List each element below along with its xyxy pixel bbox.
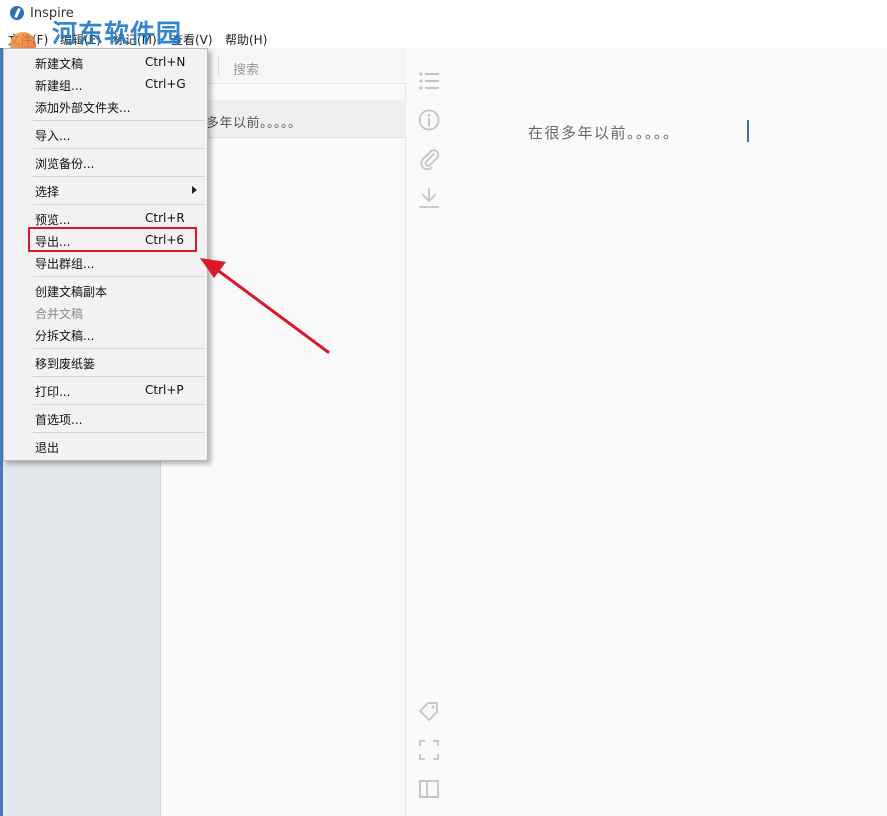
menu-item-browse-backups[interactable]: 浏览备份... [4,151,207,173]
inspire-app-icon [10,6,24,20]
info-icon[interactable] [418,109,440,131]
panel-icon[interactable] [418,778,440,800]
title-bar: Inspire [0,0,887,28]
menu-separator [33,148,205,149]
menu-view[interactable]: 查看(V) [171,31,213,48]
menu-item-label: 创建文稿副本 [35,285,108,299]
menu-item-exit[interactable]: 退出 [4,435,207,457]
menu-separator [33,204,205,205]
list-icon[interactable] [418,70,440,92]
menu-item-preview[interactable]: 预览... Ctrl+R [4,207,207,229]
menu-file[interactable]: 文件(F) [8,31,48,48]
menu-item-import[interactable]: 导入... [4,123,207,145]
menu-item-label: 移到废纸篓 [35,357,96,371]
menu-item-shortcut: Ctrl+N [145,55,186,69]
menu-item-label: 分拆文稿... [35,329,95,343]
download-icon[interactable] [418,187,440,209]
menu-item-merge-documents: 合并文稿 [4,301,207,323]
menu-item-label: 导出群组... [35,257,95,271]
menu-item-label: 首选项... [35,413,83,427]
search-input[interactable]: 搜索 [233,59,259,78]
menu-separator [33,276,205,277]
menu-separator [33,348,205,349]
menu-item-move-to-trash[interactable]: 移到废纸篓 [4,351,207,373]
menu-item-label: 合并文稿 [35,307,84,321]
menu-item-label: 退出 [35,441,60,455]
menu-item-label: 导入... [35,129,71,143]
menu-item-select[interactable]: 选择 [4,179,207,201]
menu-item-label: 新建组... [35,79,83,93]
editor-content[interactable]: 在很多年以前。。。。。 [528,122,680,143]
menu-item-new-document[interactable]: 新建文稿 Ctrl+N [4,51,207,73]
menu-separator [33,432,205,433]
text-caret [747,120,749,142]
menu-help[interactable]: 帮助(H) [225,31,267,48]
menu-item-preferences[interactable]: 首选项... [4,407,207,429]
menu-item-shortcut: Ctrl+R [145,211,185,225]
menu-item-duplicate-document[interactable]: 创建文稿副本 [4,279,207,301]
export-highlight-box [28,227,197,252]
chevron-right-icon [192,186,197,194]
menu-mark[interactable]: 标记(M) [113,31,157,48]
menu-item-label: 添加外部文件夹... [35,101,131,115]
menu-item-add-external-folder[interactable]: 添加外部文件夹... [4,95,207,117]
window-title: Inspire [30,6,74,21]
tag-icon[interactable] [418,700,440,722]
menu-item-new-group[interactable]: 新建组... Ctrl+G [4,73,207,95]
menu-item-label: 选择 [35,185,60,199]
paperclip-icon[interactable] [418,148,440,170]
red-arrow-icon [200,258,330,354]
menu-item-label: 浏览备份... [35,157,95,171]
fullscreen-icon[interactable] [418,739,440,761]
menu-edit[interactable]: 编辑(E) [60,31,101,48]
menu-item-label: 新建文稿 [35,57,84,71]
menu-item-label: 预览... [35,213,71,227]
editor-pane[interactable]: 在很多年以前。。。。。 [406,48,887,816]
menu-separator [33,376,205,377]
menu-item-label: 打印... [35,385,71,399]
menu-item-shortcut: Ctrl+P [145,383,184,397]
menu-separator [33,120,205,121]
search-divider [218,56,219,76]
file-menu-dropdown: 新建文稿 Ctrl+N 新建组... Ctrl+G 添加外部文件夹... 导入.… [3,48,208,461]
menu-bar: 文件(F) 编辑(E) 标记(M) 查看(V) 帮助(H) [0,28,887,48]
document-list-item-text: 多年以前。。。。。 [206,116,302,131]
menu-separator [33,404,205,405]
menu-item-export-group[interactable]: 导出群组... [4,251,207,273]
menu-item-shortcut: Ctrl+G [145,77,186,91]
menu-separator [33,176,205,177]
menu-item-split-document[interactable]: 分拆文稿... [4,323,207,345]
menu-item-print[interactable]: 打印... Ctrl+P [4,379,207,401]
